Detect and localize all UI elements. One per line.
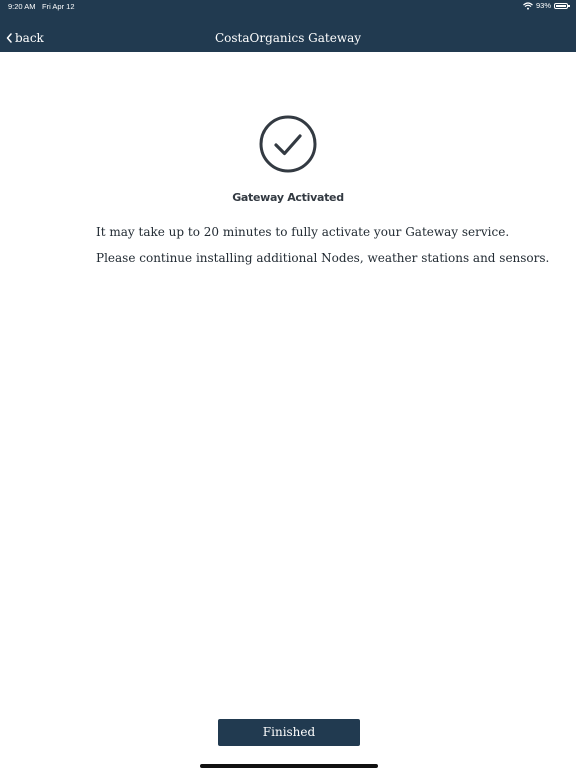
back-label: back (15, 31, 44, 45)
status-indicators: 93% (523, 1, 570, 10)
install-message: Please continue installing additional No… (96, 251, 550, 265)
battery-icon (554, 2, 570, 9)
page-title: CostaOrganics Gateway (214, 31, 362, 45)
success-title: Gateway Activated (232, 191, 344, 204)
nav-bar: 9:20 AM Fri Apr 12 93% back CostaOrganic… (0, 0, 576, 52)
status-time: 9:20 AM (8, 2, 36, 11)
check-circle-icon (259, 115, 317, 173)
status-bar: 9:20 AM Fri Apr 12 93% (0, 0, 576, 12)
back-button[interactable]: back (6, 30, 44, 46)
activation-message: It may take up to 20 minutes to fully ac… (96, 225, 510, 239)
chevron-left-icon (6, 33, 12, 43)
status-date: Fri Apr 12 (42, 2, 75, 11)
finished-button[interactable]: Finished (218, 719, 360, 746)
home-indicator (200, 764, 378, 768)
wifi-icon (523, 1, 533, 10)
battery-percent: 93% (535, 1, 551, 10)
